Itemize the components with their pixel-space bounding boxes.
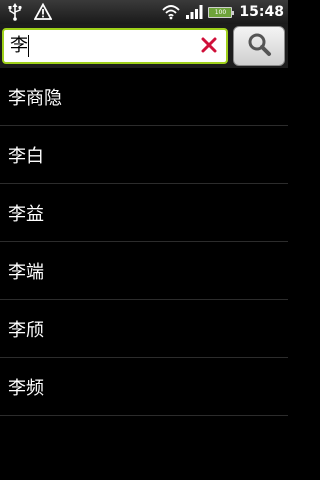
search-icon bbox=[246, 31, 272, 61]
status-bar: 100 15:48 bbox=[0, 0, 288, 24]
list-item-label: 李颀 bbox=[8, 319, 44, 341]
list-item[interactable]: 李白 bbox=[0, 126, 288, 184]
status-bar-clock: 15:48 bbox=[239, 4, 284, 20]
list-item[interactable]: 李颀 bbox=[0, 300, 288, 358]
close-icon bbox=[201, 37, 217, 57]
list-item[interactable]: 李频 bbox=[0, 358, 288, 416]
list-item-label: 李端 bbox=[8, 261, 44, 283]
list-item-label: 李益 bbox=[8, 203, 44, 225]
list-item[interactable]: 李商隐 bbox=[0, 68, 288, 126]
usb-icon bbox=[6, 3, 24, 21]
status-bar-left bbox=[6, 2, 53, 22]
wifi-icon bbox=[162, 3, 181, 21]
signal-strength-icon bbox=[185, 3, 203, 21]
battery-icon: 100 bbox=[208, 6, 235, 18]
list-item-label: 李频 bbox=[8, 377, 44, 399]
list-item-label: 李白 bbox=[8, 145, 44, 167]
status-bar-right: 100 15:48 bbox=[162, 0, 284, 24]
clear-search-button[interactable] bbox=[198, 36, 220, 58]
list-item[interactable]: 李益 bbox=[0, 184, 288, 242]
text-cursor bbox=[28, 35, 29, 57]
search-field[interactable]: 李 bbox=[2, 28, 228, 64]
search-input[interactable]: 李 bbox=[10, 34, 190, 58]
search-bar: 李 bbox=[0, 24, 288, 68]
list-item[interactable]: 李端 bbox=[0, 242, 288, 300]
warning-icon bbox=[33, 2, 53, 21]
list-item-label: 李商隐 bbox=[8, 87, 62, 109]
search-button[interactable] bbox=[233, 26, 285, 66]
results-list: 李商隐 李白 李益 李端 李颀 李频 bbox=[0, 68, 288, 416]
